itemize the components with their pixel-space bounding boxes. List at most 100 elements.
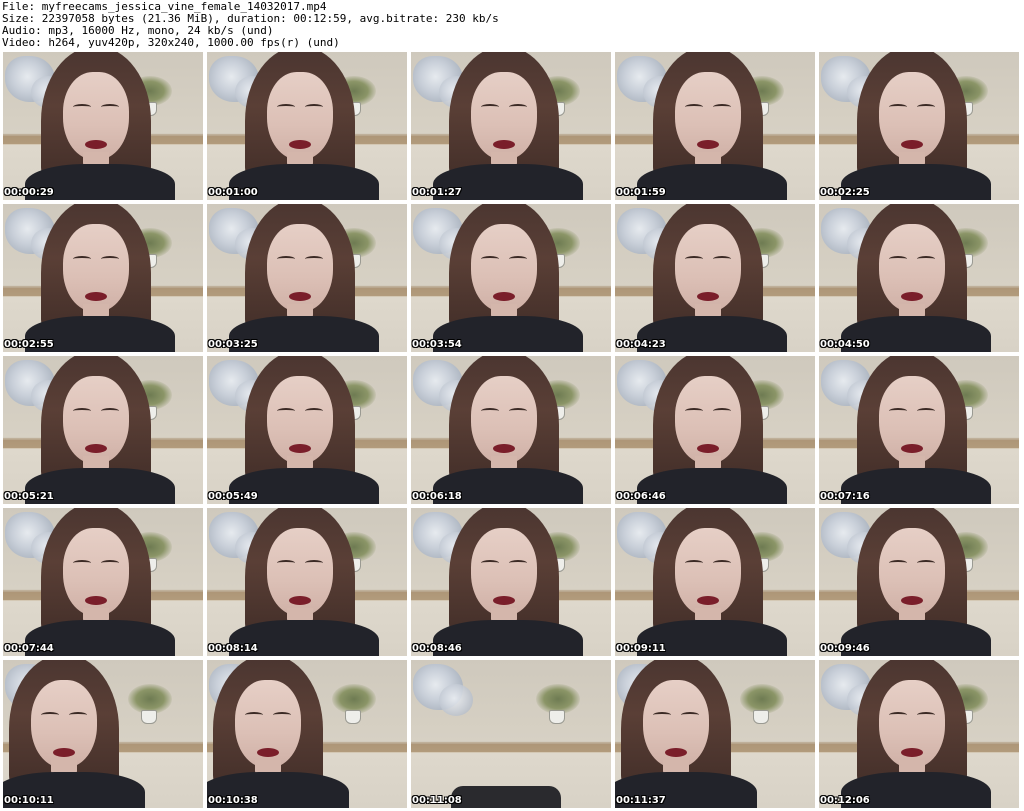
subject-brow (889, 408, 907, 414)
frame-timestamp: 00:07:44 (4, 643, 54, 654)
subject-lips (493, 140, 515, 149)
subject-brow (889, 560, 907, 566)
frame-timestamp: 00:04:50 (820, 339, 870, 350)
subject-lips (493, 444, 515, 453)
subject-brow (713, 408, 731, 414)
subject-brow (917, 712, 935, 718)
video-frame-thumbnail: 00:11:08 (411, 660, 611, 808)
subject-brow (917, 104, 935, 110)
subject-brow (305, 560, 323, 566)
frame-timestamp: 00:03:25 (208, 339, 258, 350)
subject-lips (289, 292, 311, 301)
wall-stripe (411, 744, 611, 752)
frame-timestamp: 00:09:46 (820, 643, 870, 654)
video-frame-thumbnail: 00:10:11 (3, 660, 203, 808)
frame-timestamp: 00:02:25 (820, 187, 870, 198)
frame-timestamp: 00:06:18 (412, 491, 462, 502)
subject-brow (73, 104, 91, 110)
video-frame-thumbnail: 00:01:59 (615, 52, 815, 200)
subject-brow (101, 408, 119, 414)
subject-brow (69, 712, 87, 718)
wall-rose-art (439, 684, 473, 716)
subject-brow (73, 408, 91, 414)
subject-lips (901, 444, 923, 453)
video-frame-thumbnail: 00:00:29 (3, 52, 203, 200)
subject-lips (697, 444, 719, 453)
frame-timestamp: 00:05:21 (4, 491, 54, 502)
subject-lips (901, 292, 923, 301)
video-frame-thumbnail: 00:02:25 (819, 52, 1019, 200)
subject-brow (73, 560, 91, 566)
subject-brow (277, 560, 295, 566)
subject-lips (85, 444, 107, 453)
plant-pot (345, 710, 361, 724)
subject-brow (509, 104, 527, 110)
frame-timestamp: 00:08:46 (412, 643, 462, 654)
subject-brow (685, 408, 703, 414)
subject-brow (101, 560, 119, 566)
video-frame-thumbnail: 00:01:27 (411, 52, 611, 200)
subject-brow (653, 712, 671, 718)
subject-lips (493, 292, 515, 301)
subject-brow (681, 712, 699, 718)
subject-brow (481, 256, 499, 262)
video-frame-thumbnail: 00:08:46 (411, 508, 611, 656)
thumbnail-grid: 00:00:29 00:01:00 00:01:27 00:01:59 00:02:25… (3, 52, 1021, 810)
file-info-header: File: myfreecams_jessica_vine_female_140… (2, 1, 1020, 49)
frame-timestamp: 00:11:08 (412, 795, 462, 806)
subject-shirt (451, 786, 561, 808)
video-frame-thumbnail: 00:02:55 (3, 204, 203, 352)
frame-timestamp: 00:00:29 (4, 187, 54, 198)
video-frame-thumbnail: 00:03:54 (411, 204, 611, 352)
subject-brow (481, 408, 499, 414)
subject-lips (697, 140, 719, 149)
subject-lips (289, 444, 311, 453)
subject-brow (277, 104, 295, 110)
video-frame-thumbnail: 00:05:21 (3, 356, 203, 504)
subject-lips (53, 748, 75, 757)
subject-brow (685, 560, 703, 566)
video-frame-thumbnail: 00:04:50 (819, 204, 1019, 352)
video-frame-thumbnail: 00:09:46 (819, 508, 1019, 656)
subject-brow (509, 408, 527, 414)
subject-lips (85, 292, 107, 301)
subject-brow (685, 256, 703, 262)
frame-timestamp: 00:07:16 (820, 491, 870, 502)
subject-brow (889, 104, 907, 110)
frame-timestamp: 00:06:46 (616, 491, 666, 502)
subject-brow (305, 256, 323, 262)
video-frame-thumbnail: 00:08:14 (207, 508, 407, 656)
subject-brow (481, 560, 499, 566)
subject-brow (713, 104, 731, 110)
subject-lips (257, 748, 279, 757)
subject-lips (289, 596, 311, 605)
frame-timestamp: 00:05:49 (208, 491, 258, 502)
frame-timestamp: 00:12:06 (820, 795, 870, 806)
subject-brow (713, 256, 731, 262)
frame-timestamp: 00:10:11 (4, 795, 54, 806)
video-frame-thumbnail: 00:03:25 (207, 204, 407, 352)
subject-lips (493, 596, 515, 605)
contact-sheet: File: myfreecams_jessica_vine_female_140… (0, 0, 1024, 811)
subject-brow (889, 256, 907, 262)
subject-brow (101, 104, 119, 110)
subject-brow (245, 712, 263, 718)
video-frame-thumbnail: 00:01:00 (207, 52, 407, 200)
frame-timestamp: 00:01:00 (208, 187, 258, 198)
frame-timestamp: 00:10:38 (208, 795, 258, 806)
file-name-line: File: myfreecams_jessica_vine_female_140… (2, 1, 327, 13)
video-frame-thumbnail: 00:12:06 (819, 660, 1019, 808)
frame-timestamp: 00:09:11 (616, 643, 666, 654)
subject-brow (481, 104, 499, 110)
audio-info-line: Audio: mp3, 16000 Hz, mono, 24 kb/s (und… (2, 25, 274, 37)
video-frame-thumbnail: 00:07:44 (3, 508, 203, 656)
subject-lips (901, 748, 923, 757)
subject-lips (901, 140, 923, 149)
frame-timestamp: 00:02:55 (4, 339, 54, 350)
subject-brow (713, 560, 731, 566)
subject-brow (101, 256, 119, 262)
subject-brow (273, 712, 291, 718)
frame-timestamp: 00:01:27 (412, 187, 462, 198)
video-frame-thumbnail: 00:06:18 (411, 356, 611, 504)
frame-timestamp: 00:11:37 (616, 795, 666, 806)
